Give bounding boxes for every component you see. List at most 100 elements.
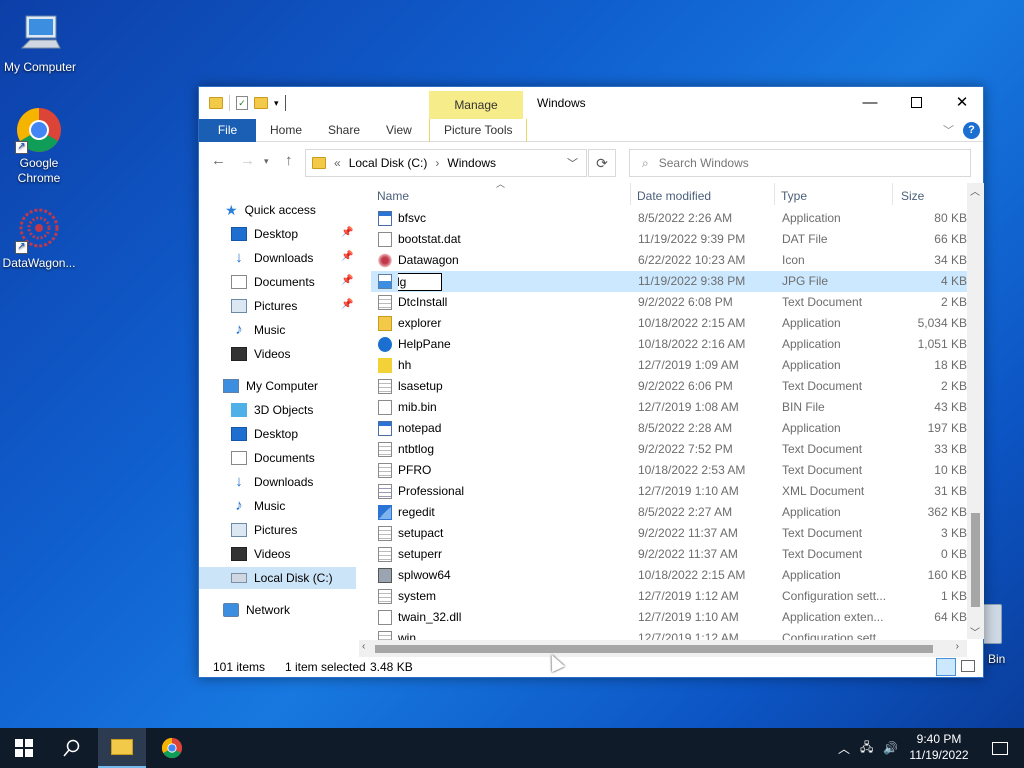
large-icons-view-button[interactable] — [961, 660, 975, 672]
nav-pc-downloads[interactable]: ↓ Downloads — [231, 471, 313, 493]
vertical-scrollbar[interactable]: ︿ ﹀ — [967, 183, 984, 639]
action-center-button[interactable] — [976, 728, 1024, 768]
column-header-name[interactable]: Name — [377, 183, 409, 209]
nav-pictures[interactable]: Pictures — [231, 295, 297, 317]
clock[interactable]: 9:40 PM 11/19/2022 — [906, 731, 972, 763]
scroll-right-icon[interactable]: › — [956, 641, 959, 652]
manage-contextual-tab[interactable]: Manage — [429, 91, 523, 119]
start-button[interactable] — [0, 728, 48, 768]
tab-view[interactable]: View — [372, 119, 426, 142]
nav-pc-pictures[interactable]: Pictures — [231, 519, 297, 541]
details-view-button[interactable] — [936, 658, 956, 676]
file-row[interactable]: Professional 12/7/2019 1:10 AM XML Documen… — [371, 481, 967, 502]
search-input[interactable]: Search Windows — [659, 156, 749, 170]
file-row[interactable]: splwow64 10/18/2022 2:15 AM Application 160… — [371, 565, 967, 586]
file-row[interactable]: ntbtlog 9/2/2022 7:52 PM Text Document 33 K… — [371, 439, 967, 460]
expand-ribbon-icon[interactable]: ﹀ — [943, 122, 954, 138]
file-size: 1 KB — [940, 589, 967, 603]
scroll-up-icon[interactable]: ︿ — [970, 183, 980, 198]
horizontal-scrollbar[interactable]: ‹ › — [359, 640, 967, 657]
qat-dropdown-icon[interactable]: ▾ — [274, 98, 279, 109]
search-box[interactable]: ⌕ Search Windows — [629, 149, 971, 177]
taskbar-chrome[interactable] — [148, 728, 196, 768]
nav-pc-desktop[interactable]: Desktop — [231, 423, 298, 445]
file-row[interactable]: HelpPane 10/18/2022 2:16 AM Application 1,0… — [371, 334, 967, 355]
desktop-icon-google-chrome[interactable]: ↗ Google Chrome — [0, 106, 79, 186]
network-tray-icon[interactable]: 🖧 — [860, 738, 873, 759]
nav-network[interactable]: Network — [223, 599, 290, 621]
address-dropdown-icon[interactable]: ﹀ — [567, 155, 578, 171]
maximize-button[interactable] — [893, 87, 939, 117]
status-bar: 101 items 1 item selected 3.48 KB — [199, 656, 983, 678]
tab-file[interactable]: File — [199, 119, 256, 142]
help-icon[interactable]: ? — [963, 122, 980, 139]
txt-file-icon — [378, 547, 392, 562]
breadcrumb-local-disk[interactable]: Local Disk (C:) — [349, 156, 428, 170]
file-row[interactable]: setupact 9/2/2022 11:37 AM Text Document 3 … — [371, 523, 967, 544]
up-button[interactable]: ↑ — [285, 152, 293, 169]
forward-button[interactable]: → — [240, 152, 255, 169]
file-row[interactable]: lg 11/19/2022 9:38 PM JPG File 4 KB — [371, 271, 967, 292]
address-bar[interactable]: « Local Disk (C:) › Windows ﹀ — [305, 149, 587, 177]
file-row[interactable]: mib.bin 12/7/2019 1:08 AM BIN File 43 KB — [371, 397, 967, 418]
desktop-icon-my-computer[interactable]: My Computer — [0, 10, 80, 75]
desktop-icon-recycle-bin[interactable]: Bin — [980, 600, 1024, 670]
nav-local-disk[interactable]: Local Disk (C:) — [199, 567, 356, 589]
file-row[interactable]: regedit 8/5/2022 2:27 AM Application 362 KB — [371, 502, 967, 523]
nav-quick-access[interactable]: ★ Quick access — [225, 199, 316, 221]
close-button[interactable]: ✕ — [939, 87, 985, 117]
properties-icon[interactable]: ✓ — [236, 96, 248, 110]
column-header-size[interactable]: Size — [901, 183, 924, 209]
title-bar: ✓ ▾ Manage Windows — ✕ — [199, 87, 983, 119]
address-overflow[interactable]: « — [334, 156, 341, 170]
refresh-button[interactable]: ⟳ — [588, 149, 616, 177]
nav-pc-videos[interactable]: Videos — [231, 543, 290, 565]
file-row[interactable]: twain_32.dll 12/7/2019 1:10 AM Application… — [371, 607, 967, 628]
column-divider[interactable] — [630, 183, 631, 205]
file-row[interactable]: DtcInstall 9/2/2022 6:08 PM Text Document 2… — [371, 292, 967, 313]
horizontal-scroll-thumb[interactable] — [375, 645, 933, 653]
nav-3d-objects[interactable]: 3D Objects — [231, 399, 313, 421]
file-row[interactable]: setuperr 9/2/2022 11:37 AM Text Document 0 … — [371, 544, 967, 565]
file-row[interactable]: PFRO 10/18/2022 2:53 AM Text Document 10 KB — [371, 460, 967, 481]
taskbar-file-explorer[interactable] — [98, 728, 146, 768]
column-header-date[interactable]: Date modified — [637, 183, 711, 209]
scroll-down-icon[interactable]: ﹀ — [970, 624, 980, 639]
nav-videos[interactable]: Videos — [231, 343, 290, 365]
nav-downloads[interactable]: ↓ Downloads — [231, 247, 313, 269]
scroll-left-icon[interactable]: ‹ — [362, 641, 365, 652]
file-row[interactable]: lsasetup 9/2/2022 6:06 PM Text Document 2 K… — [371, 376, 967, 397]
vertical-scroll-thumb[interactable] — [971, 513, 980, 607]
tab-home[interactable]: Home — [256, 119, 316, 142]
search-button[interactable] — [48, 728, 96, 768]
nav-my-computer[interactable]: My Computer — [223, 375, 318, 397]
file-row[interactable]: bfsvc 8/5/2022 2:26 AM Application 80 KB — [371, 208, 967, 229]
file-row[interactable]: Datawagon 6/22/2022 10:23 AM Icon 34 KB — [371, 250, 967, 271]
new-folder-icon[interactable] — [254, 97, 268, 109]
file-row[interactable]: notepad 8/5/2022 2:28 AM Application 197 KB — [371, 418, 967, 439]
regedit-file-icon — [378, 505, 392, 520]
column-divider[interactable] — [774, 183, 775, 205]
nav-pc-documents[interactable]: Documents — [231, 447, 315, 469]
file-row[interactable]: bootstat.dat 11/19/2022 9:39 PM DAT File 66… — [371, 229, 967, 250]
tab-picture-tools[interactable]: Picture Tools — [429, 119, 528, 142]
rename-input[interactable]: lg — [398, 272, 442, 291]
column-header-type[interactable]: Type — [781, 183, 807, 209]
volume-icon[interactable]: 🔊 — [883, 741, 898, 755]
nav-desktop[interactable]: Desktop — [231, 223, 298, 245]
show-hidden-icons-icon[interactable]: ︿ — [838, 740, 850, 757]
tab-share[interactable]: Share — [314, 119, 374, 142]
column-divider[interactable] — [892, 183, 893, 205]
breadcrumb-windows[interactable]: Windows — [447, 156, 496, 170]
nav-documents[interactable]: Documents — [231, 271, 315, 293]
back-button[interactable]: ← — [211, 152, 226, 169]
minimize-button[interactable]: — — [847, 87, 893, 117]
desktop-icon-datawagon[interactable]: ↗ DataWagon... — [0, 206, 79, 271]
nav-pc-music[interactable]: ♪ Music — [231, 495, 285, 517]
nav-music[interactable]: ♪ Music — [231, 319, 285, 341]
file-row[interactable]: hh 12/7/2019 1:09 AM Application 18 KB — [371, 355, 967, 376]
file-row[interactable]: explorer 10/18/2022 2:15 AM Application 5,0… — [371, 313, 967, 334]
recent-locations-button[interactable]: ▾ — [264, 156, 269, 167]
file-row[interactable]: system 12/7/2019 1:12 AM Configuration set… — [371, 586, 967, 607]
help-file-icon — [378, 337, 392, 352]
